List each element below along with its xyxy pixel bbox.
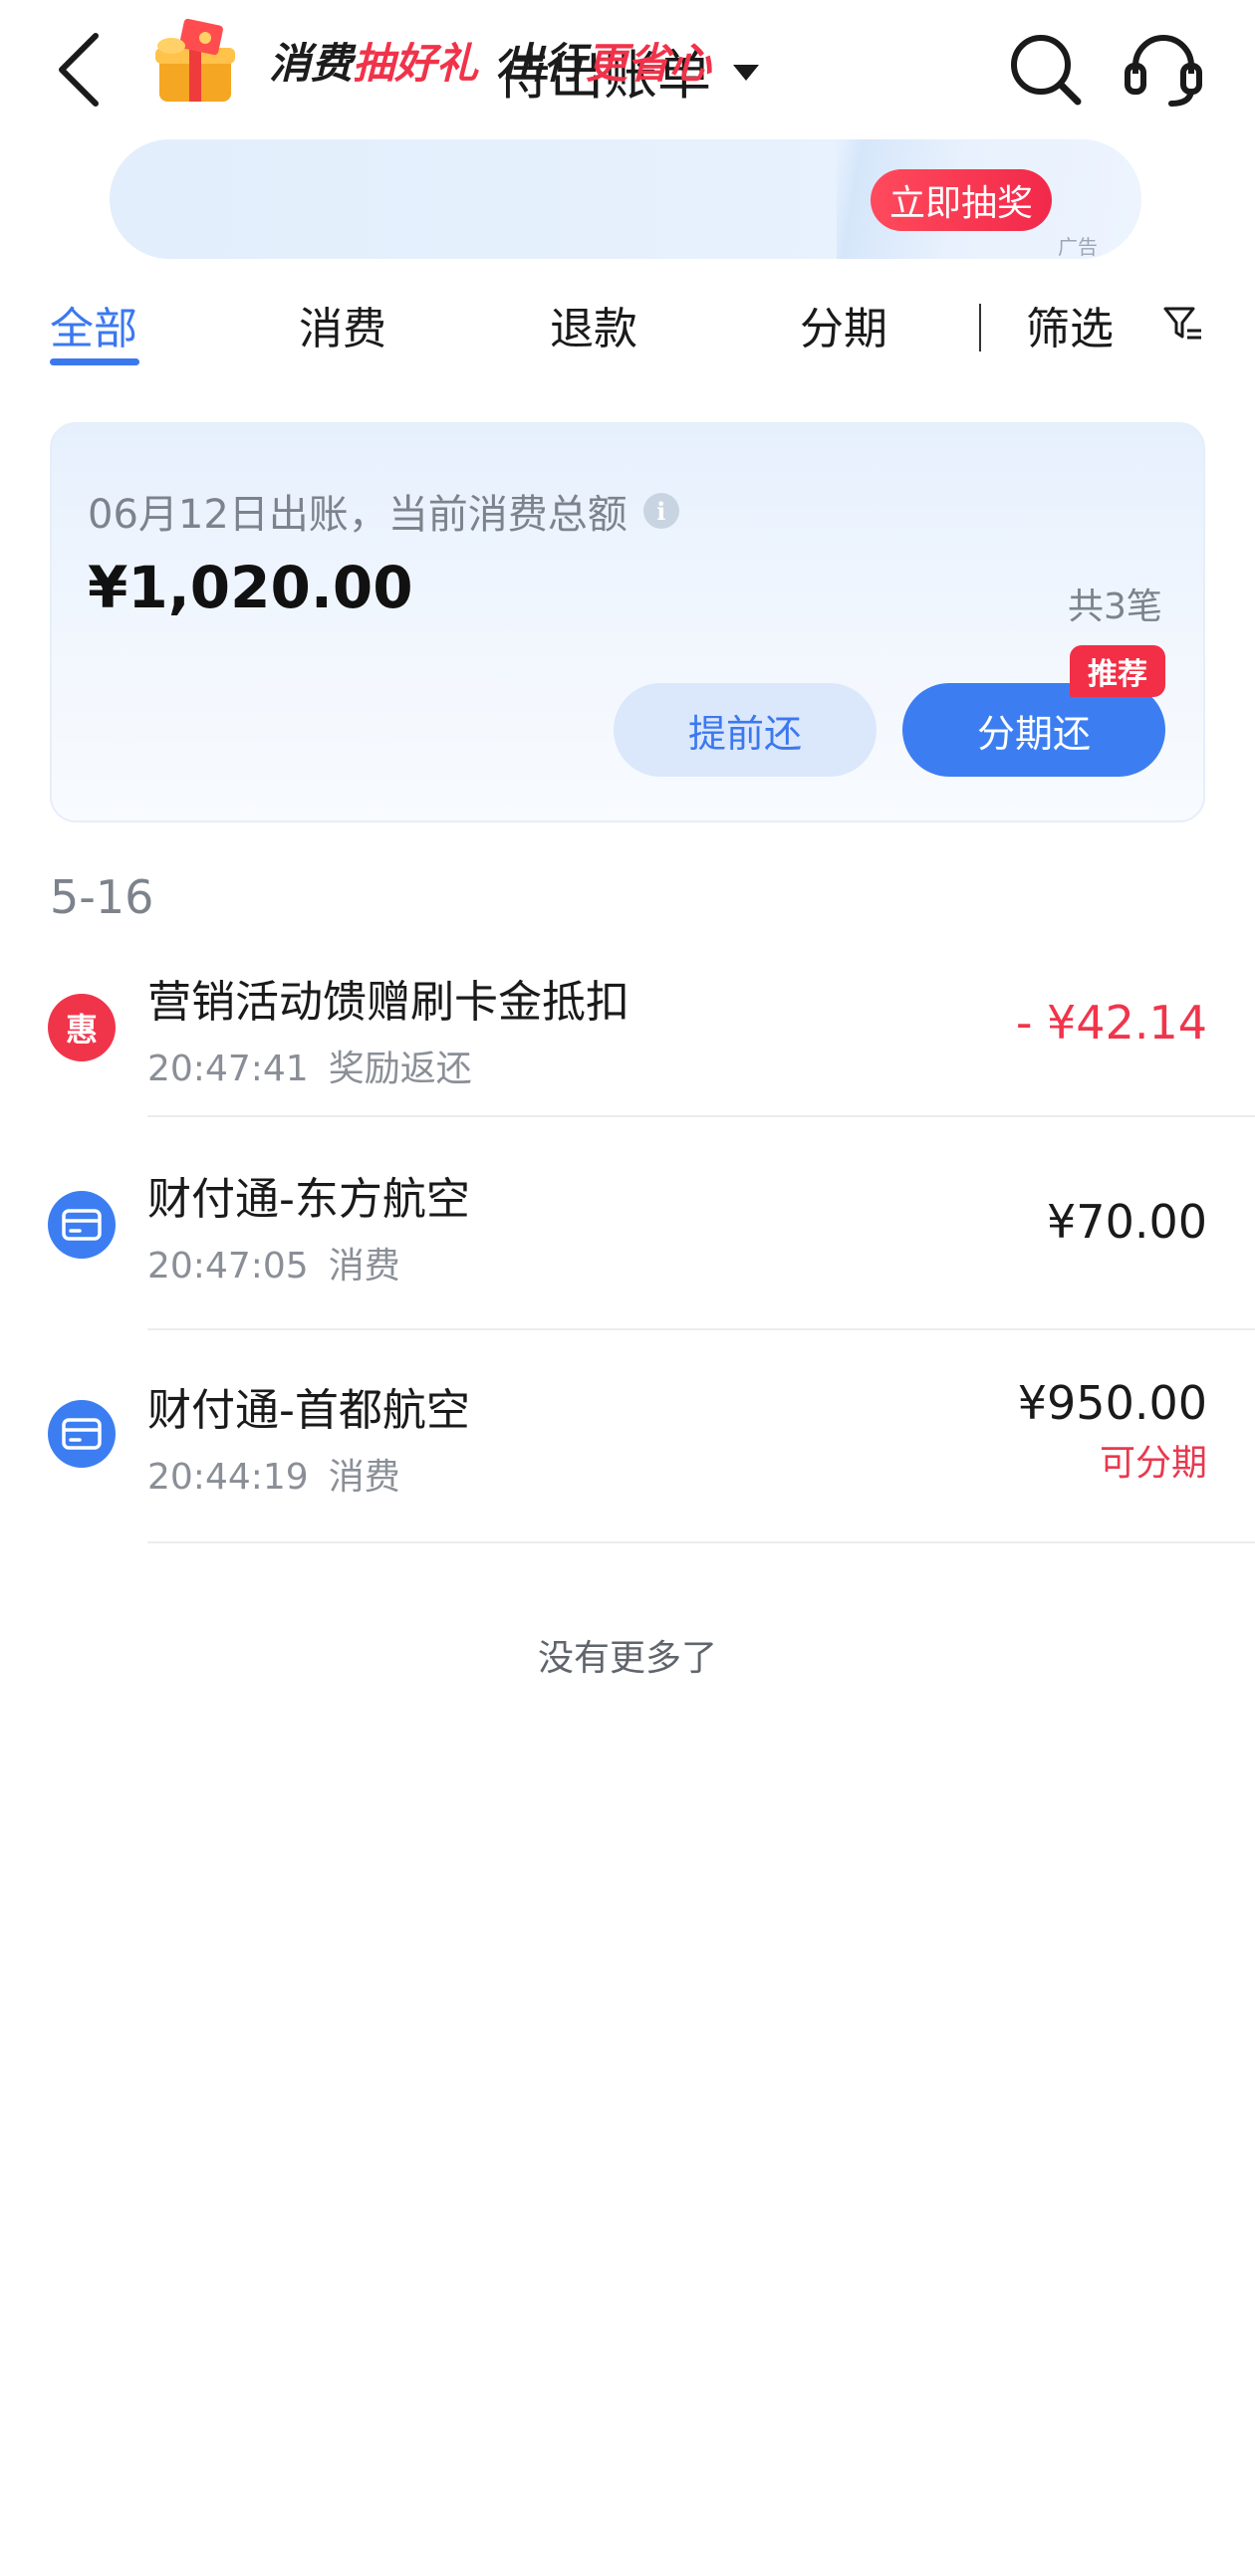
date-group-header: 5-16 [50, 870, 154, 924]
card-icon [48, 1400, 116, 1468]
transaction-type: 消费 [328, 1457, 400, 1498]
total-amount: ¥1,020.00 [88, 554, 413, 621]
caret-down-icon [733, 65, 759, 81]
transaction-time: 20:44:19 [147, 1457, 309, 1498]
bill-date-label: 06月12日出账，当前消费总额 i [88, 482, 679, 540]
transaction-title[interactable]: 财付通-首都航空 [147, 1374, 470, 1438]
transaction-count: 共3笔 [1068, 586, 1162, 627]
transaction-type: 消费 [328, 1246, 400, 1287]
transaction-meta: 20:47:05 消费 [147, 1237, 400, 1288]
row-divider [147, 1115, 1255, 1117]
tab-all[interactable]: 全部 [50, 295, 137, 354]
card-icon [48, 1191, 116, 1259]
installment-available-tag[interactable]: 可分期 [1100, 1434, 1207, 1486]
banner-text-1: 消费 [269, 38, 354, 88]
tab-active-indicator [50, 358, 139, 365]
filter-button[interactable]: 筛选 [1026, 295, 1114, 354]
gift-box-icon [151, 18, 247, 106]
banner-text-4: 更省心 [586, 38, 712, 88]
bill-date-text: 06月12日出账，当前消费总额 [88, 492, 628, 538]
customer-service-button[interactable] [1122, 30, 1205, 110]
search-icon [1011, 35, 1082, 106]
filter-icon[interactable] [1163, 305, 1203, 345]
row-divider [147, 1541, 1255, 1543]
banner-slogan: 消费 抽好礼 出行 更省心 [269, 30, 711, 90]
tab-consumption[interactable]: 消费 [299, 295, 386, 354]
installment-repay-button[interactable]: 分期还 [902, 683, 1165, 777]
ad-label: 广告 [1058, 235, 1098, 259]
tab-installment[interactable]: 分期 [800, 295, 887, 354]
row-divider [147, 1328, 1255, 1330]
transaction-meta: 20:47:41 奖励返还 [147, 1040, 472, 1091]
lottery-button[interactable]: 立即抽奖 [871, 169, 1052, 231]
tab-refund[interactable]: 退款 [550, 295, 637, 354]
banner-text-3: 出行 [502, 38, 587, 88]
discount-icon: 惠 [48, 994, 116, 1061]
info-icon[interactable]: i [642, 493, 679, 529]
transaction-type: 奖励返还 [328, 1049, 472, 1089]
headset-icon [1125, 35, 1202, 107]
transaction-amount: ¥950.00 [1017, 1376, 1207, 1430]
transaction-title[interactable]: 营销活动馈赠刷卡金抵扣 [147, 966, 629, 1030]
prepay-button[interactable]: 提前还 [614, 683, 877, 777]
no-more-text: 没有更多了 [537, 1638, 717, 1679]
transaction-amount: ¥70.00 [1047, 1195, 1207, 1249]
transaction-time: 20:47:05 [147, 1246, 309, 1287]
transaction-meta: 20:44:19 消费 [147, 1448, 400, 1500]
transaction-amount: - ¥42.14 [1015, 996, 1207, 1050]
tab-divider [979, 304, 981, 351]
transaction-time: 20:47:41 [147, 1049, 309, 1089]
search-button[interactable] [1008, 32, 1084, 108]
transaction-title[interactable]: 财付通-东方航空 [147, 1163, 470, 1227]
banner-text-2: 抽好礼 [353, 38, 479, 88]
recommend-badge: 推荐 [1070, 645, 1165, 697]
